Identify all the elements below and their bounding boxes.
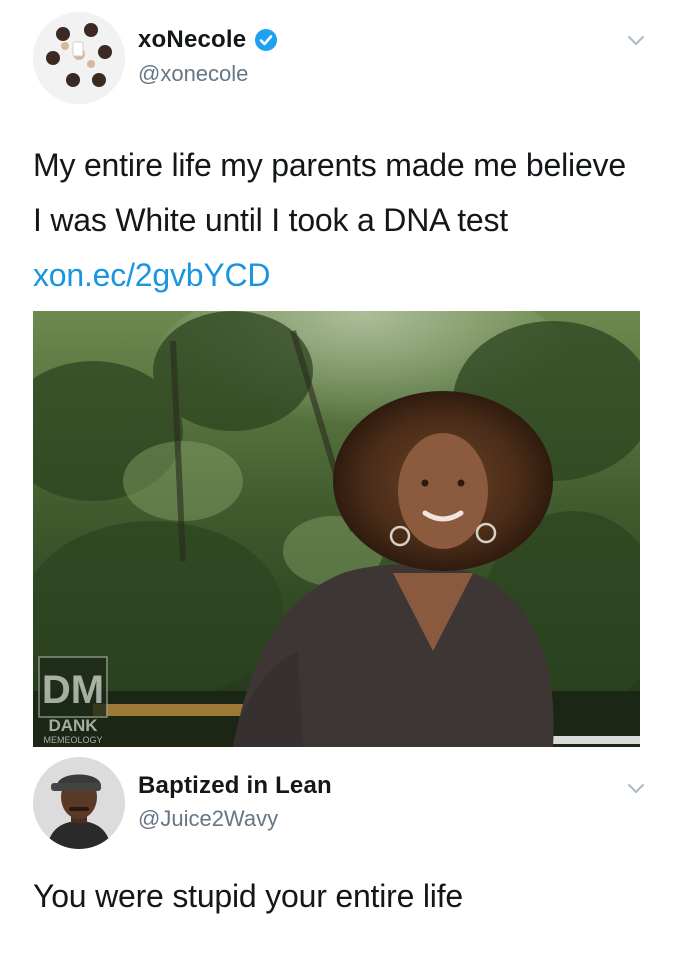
tweet-photo: DM DANK MEMEOLOGY [33,311,640,747]
watermark-line2: MEMEOLOGY [43,735,102,745]
reply-author-display-name[interactable]: Baptized in Lean [138,772,332,800]
watermark: DM DANK MEMEOLOGY [38,656,108,745]
reply-author-avatar[interactable] [33,757,125,849]
group-photo-avatar-icon [33,12,125,104]
author-avatar[interactable] [33,12,125,104]
chevron-down-icon[interactable] [627,35,645,47]
person-avatar-icon [33,757,125,849]
author-display-name[interactable]: xoNecole [138,26,278,54]
reply-display-name-text: Baptized in Lean [138,772,332,799]
watermark-line1: DANK [48,716,98,735]
author-handle[interactable]: @xonecole [138,61,248,87]
display-name-text: xoNecole [138,26,247,53]
verified-badge-icon [255,29,278,51]
tweet-body: My entire life my parents made me believ… [33,147,626,238]
reply-author-handle[interactable]: @Juice2Wavy [138,806,278,832]
tweet-text: My entire life my parents made me believ… [33,138,643,303]
chevron-down-icon[interactable] [627,783,645,795]
tweet-media[interactable]: DM DANK MEMEOLOGY [33,311,640,747]
reply-text: You were stupid your entire life [33,878,464,914]
tweet-link[interactable]: xon.ec/2gvbYCD [33,257,271,293]
watermark-logo: DM [42,668,104,712]
